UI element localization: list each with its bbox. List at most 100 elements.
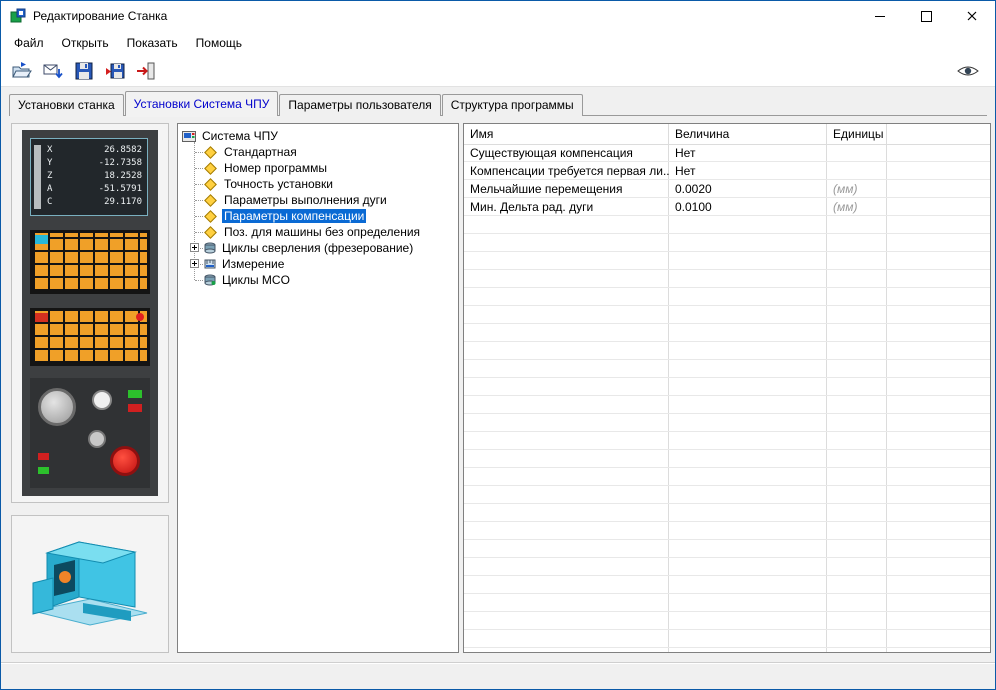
green-lamp — [38, 467, 49, 474]
emergency-stop-button — [110, 446, 140, 476]
tree-root-cnc-system[interactable]: Система ЧПУ — [180, 128, 456, 144]
tree-item-measurement[interactable]: Измерение — [190, 256, 456, 272]
menu-file[interactable]: Файл — [5, 32, 53, 54]
green-indicator — [128, 390, 142, 398]
tab-machine-settings[interactable]: Установки станка — [9, 94, 124, 116]
open-button[interactable] — [8, 58, 35, 83]
tab-program-structure[interactable]: Структура программы — [441, 94, 583, 116]
tree-item-label[interactable]: Циклы MCO — [220, 273, 292, 287]
table-row[interactable]: Мин. Дельта рад. дуги 0.0100 (мм) — [464, 198, 990, 216]
cell-name: Мин. Дельта рад. дуги — [470, 200, 594, 214]
app-icon — [10, 8, 26, 23]
exit-door-icon — [136, 62, 154, 79]
tree-item-label[interactable]: Поз. для машины без определения — [222, 225, 422, 239]
control-panel-graphic: X 26.8582 Y -12.7358 Z 18.2528 A -51.5791 C 2… — [22, 130, 158, 496]
axis-value: 18.2528 — [104, 171, 142, 181]
expand-plus-icon[interactable] — [190, 243, 199, 252]
diamond-icon — [204, 145, 217, 159]
tree-item-label[interactable]: Стандартная — [222, 145, 299, 159]
mail-import-icon — [43, 64, 63, 78]
axis-value: -12.7358 — [98, 158, 142, 168]
tab-cnc-system-settings[interactable]: Установки Система ЧПУ — [124, 91, 279, 117]
small-knob — [88, 430, 106, 448]
tree-item-mco-cycles[interactable]: Циклы MCO — [190, 272, 456, 288]
close-button[interactable] — [949, 1, 995, 31]
column-header-value[interactable]: Величина — [669, 124, 827, 144]
save-button[interactable] — [70, 58, 97, 83]
axis-label: A — [47, 184, 53, 194]
column-header-name[interactable]: Имя — [464, 124, 669, 144]
tree-children: Стандартная Номер программы Точность уст… — [190, 142, 456, 288]
cnc-settings-tree: Система ЧПУ Стандартная Номер программы … — [177, 123, 459, 653]
keypad-lower — [30, 308, 150, 366]
axis-readout: X 26.8582 Y -12.7358 Z 18.2528 A -51.5791 C 2… — [47, 144, 142, 209]
table-gridlines — [464, 144, 990, 652]
tree-item-drilling-cycles[interactable]: Циклы сверления (фрезерование) — [190, 240, 456, 256]
diamond-icon — [204, 177, 217, 191]
expand-plus-icon[interactable] — [190, 259, 199, 268]
table-row[interactable]: Существующая компенсация Нет — [464, 144, 990, 162]
maximize-button[interactable] — [903, 1, 949, 31]
parameters-table: Имя Величина Единицы Существующая компен… — [463, 123, 991, 653]
tree-item-label[interactable]: Номер программы — [222, 161, 329, 175]
cell-value: 0.0100 — [675, 200, 712, 214]
operator-controls — [30, 378, 150, 488]
cnc-system-icon — [182, 130, 196, 143]
column-header-units[interactable]: Единицы — [827, 124, 887, 144]
red-led — [136, 313, 144, 321]
tree-item-standard[interactable]: Стандартная — [190, 144, 456, 160]
minimize-icon — [875, 15, 885, 17]
table-row[interactable]: Компенсации требуется первая ли... Нет — [464, 162, 990, 180]
maximize-icon — [920, 10, 932, 22]
red-key — [35, 313, 48, 322]
close-icon — [967, 11, 977, 21]
diamond-icon — [204, 161, 217, 175]
red-lamp — [38, 453, 49, 460]
gauge-dial — [92, 390, 112, 410]
table-row[interactable]: Мельчайшие перемещения 0.0020 (мм) — [464, 180, 990, 198]
tree-item-label[interactable]: Измерение — [220, 257, 286, 271]
tree-root-label[interactable]: Система ЧПУ — [200, 129, 280, 143]
axis-label: Z — [47, 171, 53, 181]
machine-preview — [11, 515, 169, 653]
axis-value: 26.8582 — [104, 145, 142, 155]
tree-item-label[interactable]: Параметры компенсации — [222, 209, 367, 223]
app-window: Редактирование Станка Файл Открыть Показ… — [0, 0, 996, 690]
tree-item-machine-position[interactable]: Поз. для машины без определения — [190, 224, 456, 240]
menu-open[interactable]: Открыть — [53, 32, 118, 54]
diamond-icon — [204, 193, 217, 207]
machine-illustration — [32, 541, 148, 626]
import-button[interactable] — [39, 58, 66, 83]
tab-user-parameters[interactable]: Параметры пользователя — [279, 94, 441, 116]
keypad-upper — [30, 230, 150, 294]
cell-unit — [827, 144, 887, 162]
tree-item-setup-precision[interactable]: Точность установки — [190, 176, 456, 192]
minimize-button[interactable] — [857, 1, 903, 31]
keypad-keys — [33, 311, 147, 363]
menu-show[interactable]: Показать — [118, 32, 187, 54]
table-header: Имя Величина Единицы — [464, 124, 990, 145]
statusbar — [1, 662, 995, 689]
window-controls — [857, 1, 995, 31]
tree-item-arc-parameters[interactable]: Параметры выполнения дуги — [190, 192, 456, 208]
tree-item-label[interactable]: Циклы сверления (фрезерование) — [220, 241, 415, 255]
view-button[interactable] — [954, 58, 981, 83]
keypad-keys — [33, 233, 147, 291]
tree-item-label[interactable]: Точность установки — [222, 177, 335, 191]
mco-cycles-icon — [204, 274, 216, 286]
tree-item-label[interactable]: Параметры выполнения дуги — [222, 193, 389, 207]
tree-item-compensation-parameters[interactable]: Параметры компенсации — [190, 208, 456, 224]
machine-display: X 26.8582 Y -12.7358 Z 18.2528 A -51.5791 C 2… — [30, 138, 148, 216]
save-as-button[interactable] — [101, 58, 128, 83]
red-indicator — [128, 404, 142, 412]
cyan-key — [35, 235, 48, 244]
feed-knob — [38, 388, 76, 426]
menu-help[interactable]: Помощь — [187, 32, 251, 54]
tabstrip: Установки станка Установки Система ЧПУ П… — [9, 91, 584, 117]
display-side-strip — [34, 145, 41, 209]
axis-label: Y — [47, 158, 53, 168]
cell-unit: (мм) — [833, 200, 858, 214]
tree-item-program-number[interactable]: Номер программы — [190, 160, 456, 176]
axis-label: C — [47, 197, 53, 207]
exit-button[interactable] — [132, 58, 159, 83]
